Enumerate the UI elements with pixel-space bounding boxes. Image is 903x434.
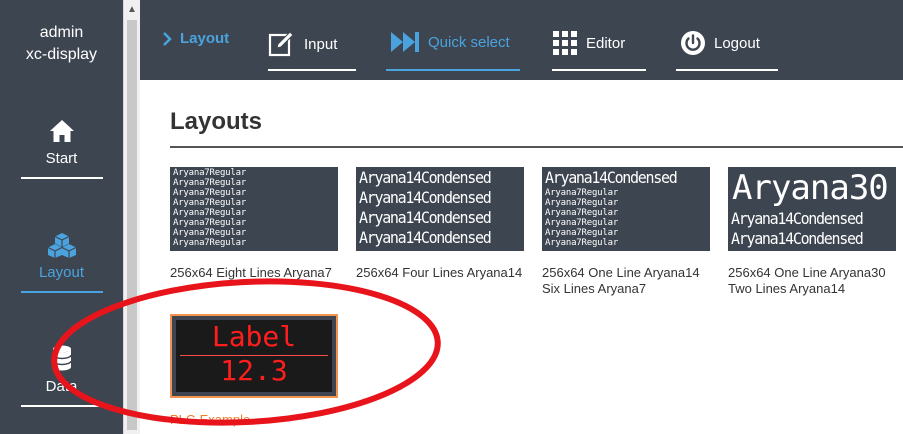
tab-underline	[676, 69, 778, 71]
preview-line: Aryana7Regular	[545, 238, 619, 248]
preview-line: Aryana30	[732, 168, 889, 208]
preview-line: Aryana7Regular	[173, 178, 247, 188]
home-icon	[49, 120, 74, 142]
preview-line: Aryana7Regular	[173, 188, 247, 198]
chevron-right-icon	[163, 31, 172, 46]
tab-label: Editor	[586, 34, 626, 52]
tab-underline	[552, 69, 646, 71]
preview-line: Aryana7Regular	[173, 168, 247, 178]
preview-line: Aryana14Condensed	[731, 229, 864, 249]
tab-label: Input	[304, 35, 338, 53]
preview-line: Aryana7Regular	[173, 208, 247, 218]
preview-line: Aryana7Regular	[545, 218, 619, 228]
layout-preview[interactable]: Aryana14Condensed Aryana14Condensed Arya…	[356, 167, 524, 251]
layout-preview[interactable]: Aryana7Regular Aryana7Regular Aryana7Reg…	[170, 167, 338, 251]
preview-line: Aryana7Regular	[173, 228, 247, 238]
user-info: admin xc-display	[0, 22, 123, 66]
preview-line: Aryana7Regular	[173, 198, 247, 208]
layout-caption[interactable]: 256x64 One Line Aryana14 Six Lines Aryan…	[542, 265, 717, 297]
user-name: admin	[39, 24, 84, 41]
preview-line: Aryana14Condensed	[359, 228, 492, 248]
preview-line: Aryana7Regular	[545, 228, 619, 238]
device-name: xc-display	[25, 46, 98, 63]
preview-line: Aryana7Regular	[545, 188, 619, 198]
sidebar-item-label: Start	[45, 150, 78, 167]
edit-icon	[268, 31, 294, 57]
preview-line: Aryana14Condensed	[359, 188, 492, 208]
sidebar-item-underline	[20, 177, 103, 179]
tab-label: Quick select	[428, 33, 510, 51]
tab-underline	[268, 69, 356, 71]
cubes-icon	[47, 233, 76, 258]
sidebar-item-start[interactable]: Start	[0, 118, 123, 179]
preview-line: Aryana14Condensed	[545, 168, 678, 188]
tab-label: Layout	[180, 30, 230, 47]
top-navigation: Layout Input Quick select Editor Logout	[140, 0, 903, 80]
layout-caption[interactable]: 256x64 One Line Aryana30 Two Lines Aryan…	[728, 265, 903, 297]
grid-icon	[553, 31, 577, 55]
tab-label: Logout	[714, 34, 760, 52]
tab-underline	[386, 69, 520, 71]
power-icon	[681, 31, 705, 55]
page-title: Layouts	[170, 108, 263, 135]
scroll-up-arrow-icon[interactable]: ▲	[124, 2, 140, 18]
preview-line: Aryana14Condensed	[731, 209, 864, 229]
layout-preview[interactable]: Aryana30 Aryana14Condensed Aryana14Conde…	[728, 167, 896, 251]
fast-forward-icon	[391, 32, 419, 52]
preview-line: Aryana7Regular	[545, 208, 619, 218]
preview-line: Aryana7Regular	[545, 198, 619, 208]
title-divider	[170, 146, 903, 148]
preview-line: Aryana14Condensed	[359, 168, 492, 188]
preview-line: Aryana14Condensed	[359, 208, 492, 228]
annotation-ellipse	[51, 278, 441, 426]
preview-line: Aryana7Regular	[173, 238, 247, 248]
preview-line: Aryana7Regular	[173, 218, 247, 228]
layout-preview[interactable]: Aryana14Condensed Aryana7Regular Aryana7…	[542, 167, 710, 251]
